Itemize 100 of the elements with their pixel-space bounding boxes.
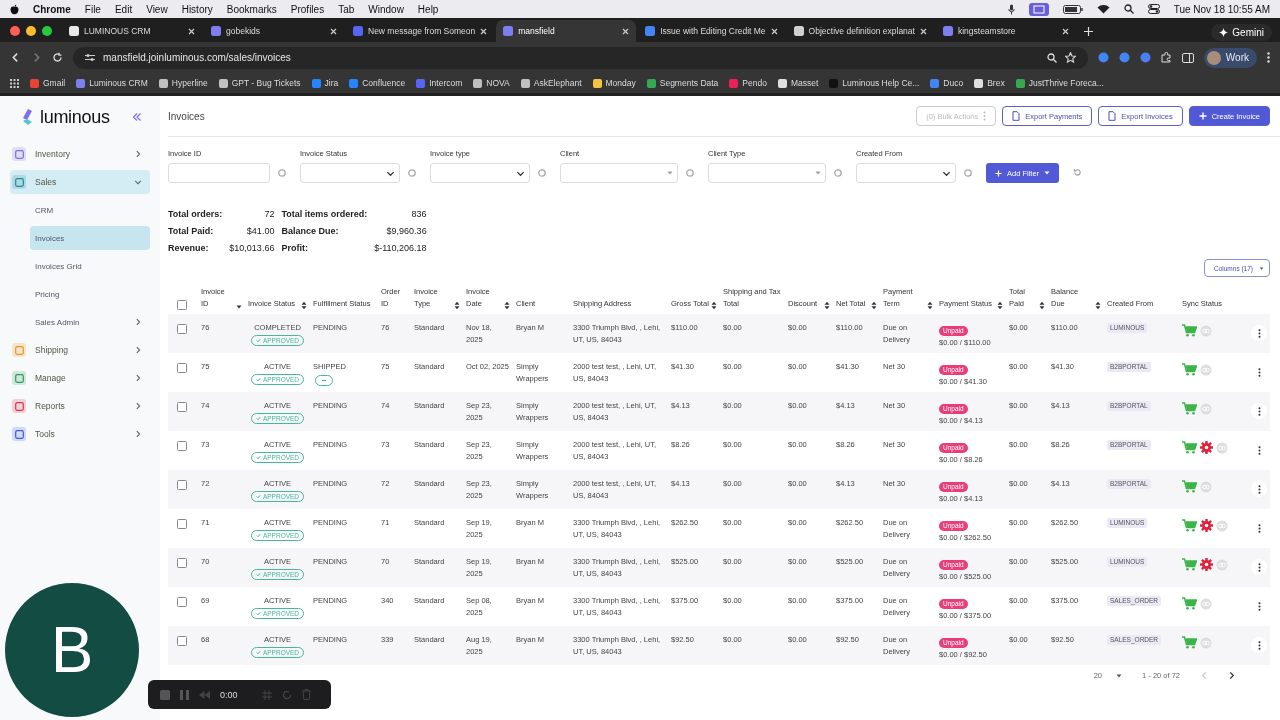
row-checkbox[interactable] xyxy=(177,363,187,373)
app-menu[interactable]: Chrome xyxy=(33,3,71,15)
sort-icon[interactable] xyxy=(1039,301,1045,310)
sidebar-item[interactable]: Tools xyxy=(10,422,150,446)
sidebar-subitem[interactable]: Sales Admin xyxy=(30,310,150,334)
bookmark[interactable]: Brex xyxy=(974,78,1005,88)
bookmark[interactable]: Hyperline xyxy=(158,78,208,88)
menu-item[interactable]: Window xyxy=(368,3,404,15)
bookmark[interactable]: NOVA xyxy=(473,78,510,88)
sort-icon[interactable] xyxy=(824,301,830,310)
close-icon[interactable] xyxy=(770,27,778,35)
menu-item[interactable]: View xyxy=(146,3,168,15)
clear-icon[interactable] xyxy=(408,169,416,177)
stop-icon[interactable] xyxy=(160,689,170,700)
sidebar-item[interactable]: Shipping xyxy=(10,338,150,362)
clear-icon[interactable] xyxy=(278,169,286,177)
menu-item[interactable]: Edit xyxy=(114,3,133,15)
bookmark[interactable]: Duco xyxy=(930,78,964,88)
browser-tab[interactable]: kingsteamstore xyxy=(935,20,1076,42)
sort-icon[interactable] xyxy=(504,301,510,310)
extension-icon[interactable] xyxy=(1118,52,1130,63)
browser-tab[interactable]: LUMINOUS CRM xyxy=(62,20,202,42)
select-all-checkbox[interactable] xyxy=(177,300,187,310)
row-menu-button[interactable] xyxy=(1251,325,1267,341)
row-menu-button[interactable] xyxy=(1251,481,1267,497)
sidebar-item[interactable]: Inventory xyxy=(10,142,150,166)
dropdown-field[interactable] xyxy=(560,163,678,183)
row-menu-button[interactable] xyxy=(1251,637,1267,653)
bookmark[interactable]: Luminous CRM xyxy=(76,78,148,88)
clock[interactable]: Tue Nov 18 10:55 AM xyxy=(1173,3,1270,15)
menu-item[interactable]: Bookmarks xyxy=(226,3,277,15)
browser-tab[interactable]: mansfield xyxy=(496,20,637,42)
sidebar-subitem[interactable]: Invoices Grid xyxy=(30,254,150,278)
menu-item[interactable]: File xyxy=(84,3,101,15)
menu-item[interactable]: Help xyxy=(417,3,439,15)
control-center-icon[interactable] xyxy=(1147,4,1160,14)
browser-tab[interactable]: gobekids xyxy=(204,20,344,42)
input-field[interactable] xyxy=(168,163,270,183)
bookmark[interactable]: Luminous Help Ce... xyxy=(829,78,920,88)
bookmark[interactable]: Masset xyxy=(777,78,819,88)
row-checkbox[interactable] xyxy=(177,441,187,451)
new-tab-icon[interactable] xyxy=(1083,27,1093,36)
clear-icon[interactable] xyxy=(834,169,842,177)
reset-icon[interactable] xyxy=(1073,168,1083,177)
menu-item[interactable]: Tab xyxy=(338,3,355,15)
menu-item[interactable]: History xyxy=(181,3,213,15)
dropdown-field[interactable] xyxy=(430,163,530,183)
extension-icon[interactable] xyxy=(1097,52,1109,63)
sort-icon[interactable] xyxy=(454,301,460,310)
row-menu-button[interactable] xyxy=(1251,559,1267,575)
menu-item[interactable]: Profiles xyxy=(290,3,325,15)
browser-tab[interactable]: Issue with Editing Credit Me xyxy=(638,20,785,42)
microphone-icon[interactable] xyxy=(1007,3,1015,15)
close-icon[interactable] xyxy=(188,27,195,35)
dropdown-field[interactable] xyxy=(300,163,400,183)
bookmark[interactable]: Jira xyxy=(311,78,339,88)
row-menu-button[interactable] xyxy=(1251,403,1267,419)
profile-button[interactable]: Work xyxy=(1203,47,1257,68)
bookmark[interactable]: Pendo xyxy=(729,78,767,88)
collapse-icon[interactable] xyxy=(132,112,142,122)
bookmark[interactable]: Monday xyxy=(592,78,636,88)
close-icon[interactable] xyxy=(480,27,488,35)
row-checkbox[interactable] xyxy=(177,402,187,412)
bookmark[interactable]: GPT - Bug Tickets xyxy=(218,78,301,88)
bookmark[interactable]: Confluence xyxy=(349,78,406,88)
search-icon[interactable] xyxy=(1123,4,1134,14)
sidebar-subitem[interactable]: Pricing xyxy=(30,282,150,306)
zoom-icon[interactable] xyxy=(1046,52,1057,63)
bookmark[interactable]: Gmail xyxy=(30,78,66,88)
sort-icon[interactable] xyxy=(1095,301,1101,310)
apple-icon[interactable] xyxy=(10,3,19,15)
restart-icon[interactable] xyxy=(281,689,292,700)
address-bar[interactable]: mansfield.joinluminous.com/sales/invoices xyxy=(73,46,1088,69)
sidebar-item[interactable]: Sales xyxy=(10,170,150,194)
gemini-button[interactable]: Gemini xyxy=(1211,24,1272,41)
clear-icon[interactable] xyxy=(538,169,546,177)
screen-icon[interactable] xyxy=(1028,2,1049,16)
sidebar-item[interactable]: Reports xyxy=(10,394,150,418)
sidebar-subitem[interactable]: CRM xyxy=(30,198,150,222)
bookmark[interactable]: AskElephant xyxy=(520,78,582,88)
row-checkbox[interactable] xyxy=(177,480,187,490)
row-checkbox[interactable] xyxy=(177,597,187,607)
sidebar-icon[interactable] xyxy=(1181,52,1194,63)
wifi-icon[interactable] xyxy=(1096,4,1110,14)
close-icon[interactable] xyxy=(1061,27,1069,35)
row-checkbox[interactable] xyxy=(177,558,187,568)
sort-icon[interactable] xyxy=(997,301,1003,310)
close-icon[interactable] xyxy=(622,27,630,35)
bookmark[interactable]: JustThrive Foreca... xyxy=(1015,78,1104,88)
browser-tab[interactable]: Objective definition explanat xyxy=(786,20,934,42)
bookmark[interactable]: Segments Data xyxy=(646,78,719,88)
battery-icon[interactable] xyxy=(1062,4,1083,14)
sidebar-subitem[interactable]: Invoices xyxy=(30,226,150,250)
row-checkbox[interactable] xyxy=(177,636,187,646)
close-icon[interactable] xyxy=(330,27,337,35)
sidebar-item[interactable]: Manage xyxy=(10,366,150,390)
browser-tab[interactable]: New message from Someon xyxy=(346,20,495,42)
site-settings-icon[interactable] xyxy=(85,53,95,62)
sort-icon[interactable] xyxy=(871,301,877,310)
sort-icon[interactable] xyxy=(927,301,933,310)
